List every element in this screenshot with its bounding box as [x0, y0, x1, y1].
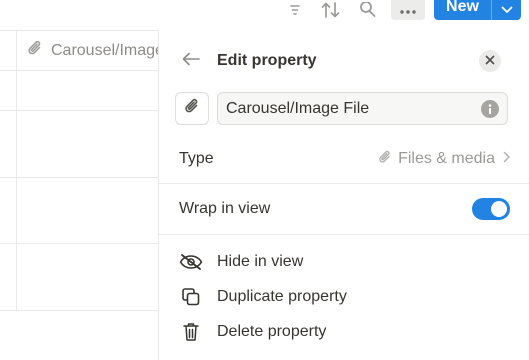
menu-item-label: Hide in view: [217, 253, 304, 270]
type-label: Type: [179, 150, 214, 167]
paperclip-icon: [27, 39, 43, 62]
toggle-knob: [491, 201, 507, 217]
property-icon-button[interactable]: [175, 92, 209, 125]
duplicate-property-item[interactable]: Duplicate property: [159, 282, 529, 312]
wrap-in-view-toggle[interactable]: [472, 198, 510, 220]
type-value: Files & media: [378, 149, 510, 170]
menu-item-label: Delete property: [217, 323, 327, 340]
edit-property-panel: Edit property Type Files & media: [158, 30, 529, 360]
new-dropdown-button[interactable]: [492, 0, 521, 20]
chevron-down-icon: [501, 1, 513, 19]
delete-property-item[interactable]: Delete property: [159, 317, 529, 347]
hide-in-view-item[interactable]: Hide in view: [159, 247, 529, 277]
chevron-right-icon: [503, 150, 510, 168]
table-row[interactable]: [17, 244, 160, 310]
divider: [159, 183, 529, 184]
sort-arrows-icon[interactable]: [320, 0, 342, 20]
info-icon[interactable]: [481, 99, 499, 118]
more-icon: [400, 1, 416, 19]
table-row[interactable]: [17, 178, 160, 243]
paperclip-icon: [378, 149, 392, 170]
close-icon: [485, 52, 495, 70]
panel-header: Edit property: [159, 30, 529, 92]
property-name-input[interactable]: [226, 99, 481, 118]
paperclip-icon: [184, 97, 200, 120]
arrow-left-icon: [182, 52, 200, 71]
more-options-button[interactable]: [391, 0, 425, 20]
new-button[interactable]: New: [434, 0, 491, 20]
wrap-in-view-label: Wrap in view: [179, 200, 271, 217]
new-button-group: New: [434, 0, 521, 20]
property-name-field: [217, 92, 508, 125]
wrap-in-view-row[interactable]: Wrap in view: [159, 192, 529, 226]
trash-icon: [179, 320, 203, 344]
panel-title: Edit property: [217, 52, 317, 69]
column-header[interactable]: Carousel/Image File: [17, 30, 160, 71]
table-row[interactable]: [17, 111, 160, 177]
back-button[interactable]: [179, 50, 203, 72]
table-row-divider: [0, 310, 160, 311]
divider: [159, 234, 529, 235]
toolbar: New: [0, 0, 529, 22]
type-row[interactable]: Type Files & media: [159, 142, 529, 176]
search-icon[interactable]: [357, 0, 379, 20]
type-value-label: Files & media: [398, 150, 495, 167]
table-row[interactable]: [17, 71, 160, 110]
close-button[interactable]: [479, 50, 501, 72]
duplicate-icon: [179, 285, 203, 309]
column-header-label: Carousel/Image File: [51, 41, 160, 59]
sort-lines-icon[interactable]: [284, 0, 306, 20]
menu-item-label: Duplicate property: [217, 288, 347, 305]
eye-slash-icon: [179, 250, 203, 274]
